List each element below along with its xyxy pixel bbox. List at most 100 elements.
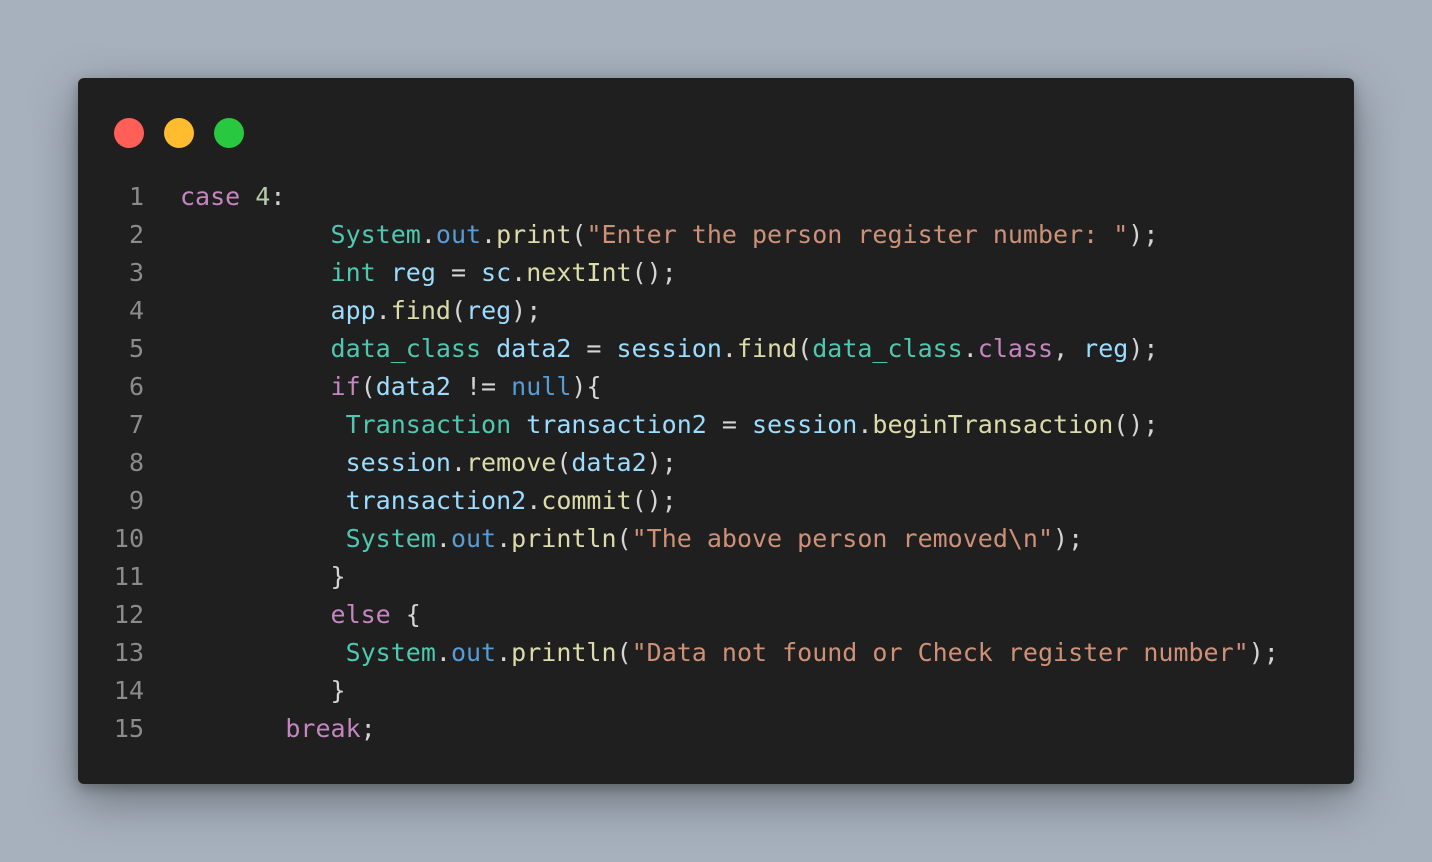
code-token: transaction2 (526, 410, 707, 439)
code-token: session (345, 448, 451, 477)
code-token: } (330, 562, 346, 591)
code-token: System (345, 524, 436, 553)
code-token: ( (797, 334, 813, 363)
code-token: . (420, 220, 436, 249)
code-token: class (977, 334, 1054, 363)
code-token: . (857, 410, 873, 439)
code-token: data2 (571, 448, 647, 477)
code-token: ( (571, 220, 587, 249)
code-token: ; (360, 714, 376, 743)
line-number: 5 (128, 334, 144, 363)
code-token: ){ (571, 372, 602, 401)
line-number: 6 (128, 372, 144, 401)
line-number: 11 (113, 562, 144, 591)
code-token: ); (646, 448, 677, 477)
code-token: data_class (812, 334, 963, 363)
code-token: != (450, 372, 512, 401)
code-token: remove (466, 448, 557, 477)
code-text: data_class data2 = session.find(data_cla… (180, 330, 1159, 368)
code-text: case 4: (180, 178, 285, 216)
line-number: 8 (128, 448, 144, 477)
code-token: println (511, 524, 617, 553)
code-token: break (285, 714, 361, 743)
code-text: app.find(reg); (180, 292, 542, 330)
code-text: else { (180, 596, 421, 634)
code-token: ( (616, 638, 632, 667)
code-token: data_class (330, 334, 482, 363)
line-number: 2 (128, 220, 144, 249)
code-token: "Data not found or Check register number… (631, 638, 1249, 667)
code-token: ( (556, 448, 572, 477)
code-window: 1 case 4: 2 System.out.print("Enter the pe… (78, 78, 1354, 784)
code-token: System (345, 638, 436, 667)
code-token: reg (390, 258, 436, 287)
code-text: } (180, 672, 346, 710)
code-token: . (496, 638, 512, 667)
code-token: . (435, 524, 451, 553)
code-token: app (330, 296, 376, 325)
code-token: ( (360, 372, 376, 401)
code-token: transaction2 (345, 486, 527, 515)
code-token: = (571, 334, 617, 363)
code-token: (); (631, 258, 677, 287)
code-token: print (496, 220, 572, 249)
code-token: , (1053, 334, 1084, 363)
code-token: data2 (496, 334, 572, 363)
maximize-dot-icon[interactable] (214, 118, 244, 148)
code-token: else (330, 600, 391, 629)
code-token: . (435, 638, 451, 667)
code-token: . (962, 334, 978, 363)
code-token: : (270, 182, 286, 211)
code-token: } (330, 676, 346, 705)
code-token: ( (450, 296, 467, 325)
code-token: ); (1053, 524, 1084, 553)
code-token: if (330, 372, 361, 401)
code-token: session (616, 334, 722, 363)
close-dot-icon[interactable] (114, 118, 144, 148)
line-number: 15 (113, 714, 144, 743)
code-token: reg (1083, 334, 1129, 363)
code-token: commit (541, 486, 632, 515)
code-token: find (390, 296, 451, 325)
code-token: null (511, 372, 572, 401)
code-text: System.out.println("Data not found or Ch… (180, 634, 1279, 672)
code-text: transaction2.commit(); (180, 482, 677, 520)
code-token: int (330, 258, 376, 287)
code-token: = (435, 258, 482, 287)
code-token: . (721, 334, 737, 363)
code-token: reg (466, 296, 512, 325)
code-token: . (450, 448, 466, 477)
code-token: println (511, 638, 617, 667)
code-token: ); (1128, 334, 1159, 363)
code-token: out (450, 524, 497, 553)
minimize-dot-icon[interactable] (164, 118, 194, 148)
line-number: 4 (128, 296, 144, 325)
code-token: beginTransaction (872, 410, 1114, 439)
code-text: break; (180, 710, 376, 748)
line-number: 3 (128, 258, 144, 287)
code-token: ); (1248, 638, 1279, 667)
line-number: 9 (128, 486, 144, 515)
code-token: . (511, 258, 527, 287)
code-text: System.out.println("The above person rem… (180, 520, 1084, 558)
line-number: 13 (113, 638, 144, 667)
code-token: . (526, 486, 542, 515)
line-number: 7 (128, 410, 144, 439)
code-token: . (496, 524, 512, 553)
code-text: session.remove(data2); (180, 444, 677, 482)
code-token: (); (631, 486, 677, 515)
